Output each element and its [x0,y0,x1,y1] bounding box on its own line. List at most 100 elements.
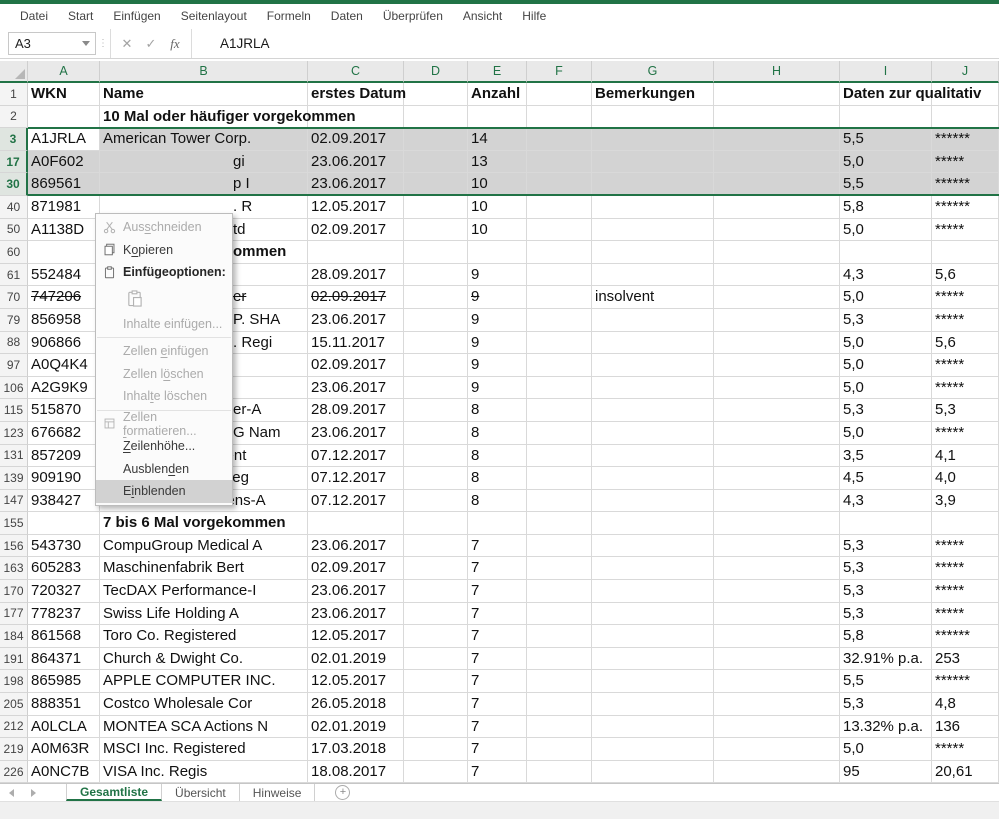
cell-G97[interactable] [592,354,714,377]
cell-J212[interactable]: 136 [932,716,999,739]
cell-F97[interactable] [527,354,592,377]
cell-D40[interactable] [404,196,468,219]
cell-D184[interactable] [404,625,468,648]
ribbon-tab-seitenlayout[interactable]: Seitenlayout [171,4,257,29]
cell-A97[interactable]: A0Q4K4 [28,354,100,377]
cell-E2[interactable] [468,106,527,129]
cell-J198[interactable]: ****** [932,670,999,693]
cell-C123[interactable]: 23.06.2017 [308,422,404,445]
cell-I1[interactable]: Daten zur qualitativ [840,83,932,106]
cell-D219[interactable] [404,738,468,761]
cell-E1[interactable]: Anzahl [468,83,527,106]
row-header-139[interactable]: 139 [0,467,28,490]
cell-G115[interactable] [592,399,714,422]
cell-I60[interactable] [840,241,932,264]
cell-G70[interactable]: insolvent [592,286,714,309]
menu-item-kopieren[interactable]: Kopieren [96,239,232,262]
row-header-17[interactable]: 17 [0,151,28,174]
cell-F88[interactable] [527,332,592,355]
cell-F106[interactable] [527,377,592,400]
cell-G219[interactable] [592,738,714,761]
cell-F79[interactable] [527,309,592,332]
cell-F205[interactable] [527,693,592,716]
column-header-g[interactable]: G [592,61,714,83]
cell-A106[interactable]: A2G9K9 [28,377,100,400]
cell-D226[interactable] [404,761,468,784]
cell-J50[interactable]: ***** [932,219,999,242]
cell-B198[interactable]: APPLE COMPUTER INC. [100,670,308,693]
cell-J2[interactable] [932,106,999,129]
cell-F3[interactable] [527,128,592,151]
cell-G170[interactable] [592,580,714,603]
sheet-tab-ubersicht[interactable]: Übersicht [162,784,240,801]
cell-B212[interactable]: MONTEA SCA Actions N [100,716,308,739]
cell-J184[interactable]: ****** [932,625,999,648]
cell-I139[interactable]: 4,5 [840,467,932,490]
cell-A30[interactable]: 869561 [28,173,100,196]
cell-C219[interactable]: 17.03.2018 [308,738,404,761]
cell-A155[interactable] [28,512,100,535]
select-all-corner[interactable] [0,61,28,83]
cell-D17[interactable] [404,151,468,174]
row-header-191[interactable]: 191 [0,648,28,671]
cell-A156[interactable]: 543730 [28,535,100,558]
cell-J219[interactable]: ***** [932,738,999,761]
cell-J191[interactable]: 253 [932,648,999,671]
row-header-1[interactable]: 1 [0,83,28,106]
column-header-a[interactable]: A [28,61,100,83]
cell-A205[interactable]: 888351 [28,693,100,716]
cell-J123[interactable]: ***** [932,422,999,445]
formula-input[interactable]: A1JRLA [192,29,999,58]
cell-C106[interactable]: 23.06.2017 [308,377,404,400]
cell-J115[interactable]: 5,3 [932,399,999,422]
add-sheet-button[interactable]: + [335,784,350,801]
cell-A70[interactable]: 747206 [28,286,100,309]
cell-F147[interactable] [527,490,592,513]
cell-H139[interactable] [714,467,840,490]
cell-B17[interactable]: gi [100,151,308,174]
cell-B184[interactable]: Toro Co. Registered [100,625,308,648]
cell-I219[interactable]: 5,0 [840,738,932,761]
cell-J156[interactable]: ***** [932,535,999,558]
cell-I226[interactable]: 95 [840,761,932,784]
cell-H97[interactable] [714,354,840,377]
row-header-61[interactable]: 61 [0,264,28,287]
row-header-184[interactable]: 184 [0,625,28,648]
sheet-nav-right-icon[interactable] [22,784,44,801]
cell-A40[interactable]: 871981 [28,196,100,219]
cell-H1[interactable] [714,83,840,106]
cell-F61[interactable] [527,264,592,287]
cell-G40[interactable] [592,196,714,219]
cell-A50[interactable]: A1138D [28,219,100,242]
cell-D123[interactable] [404,422,468,445]
ribbon-tab-formeln[interactable]: Formeln [257,4,321,29]
cell-D70[interactable] [404,286,468,309]
cell-F163[interactable] [527,557,592,580]
cell-D131[interactable] [404,445,468,468]
cell-F40[interactable] [527,196,592,219]
cell-I61[interactable]: 4,3 [840,264,932,287]
insert-function-icon[interactable]: fx [163,36,187,52]
cell-A3[interactable]: A1JRLA [28,128,100,151]
row-header-2[interactable]: 2 [0,106,28,129]
row-header-226[interactable]: 226 [0,761,28,784]
menu-item-ausblenden[interactable]: Ausblenden [96,458,232,481]
cell-H163[interactable] [714,557,840,580]
cell-D177[interactable] [404,603,468,626]
cell-A139[interactable]: 909190 [28,467,100,490]
cell-E115[interactable]: 8 [468,399,527,422]
row-header-3[interactable]: 3 [0,128,28,151]
cell-E50[interactable]: 10 [468,219,527,242]
ribbon-tab-datei[interactable]: Datei [10,4,58,29]
cell-G60[interactable] [592,241,714,264]
cell-H50[interactable] [714,219,840,242]
cell-I70[interactable]: 5,0 [840,286,932,309]
cell-D115[interactable] [404,399,468,422]
row-header-198[interactable]: 198 [0,670,28,693]
cell-G2[interactable] [592,106,714,129]
cell-E198[interactable]: 7 [468,670,527,693]
ribbon-tab-uberprufen[interactable]: Überprüfen [373,4,453,29]
cell-F177[interactable] [527,603,592,626]
cell-C70[interactable]: 02.09.2017 [308,286,404,309]
cell-H88[interactable] [714,332,840,355]
